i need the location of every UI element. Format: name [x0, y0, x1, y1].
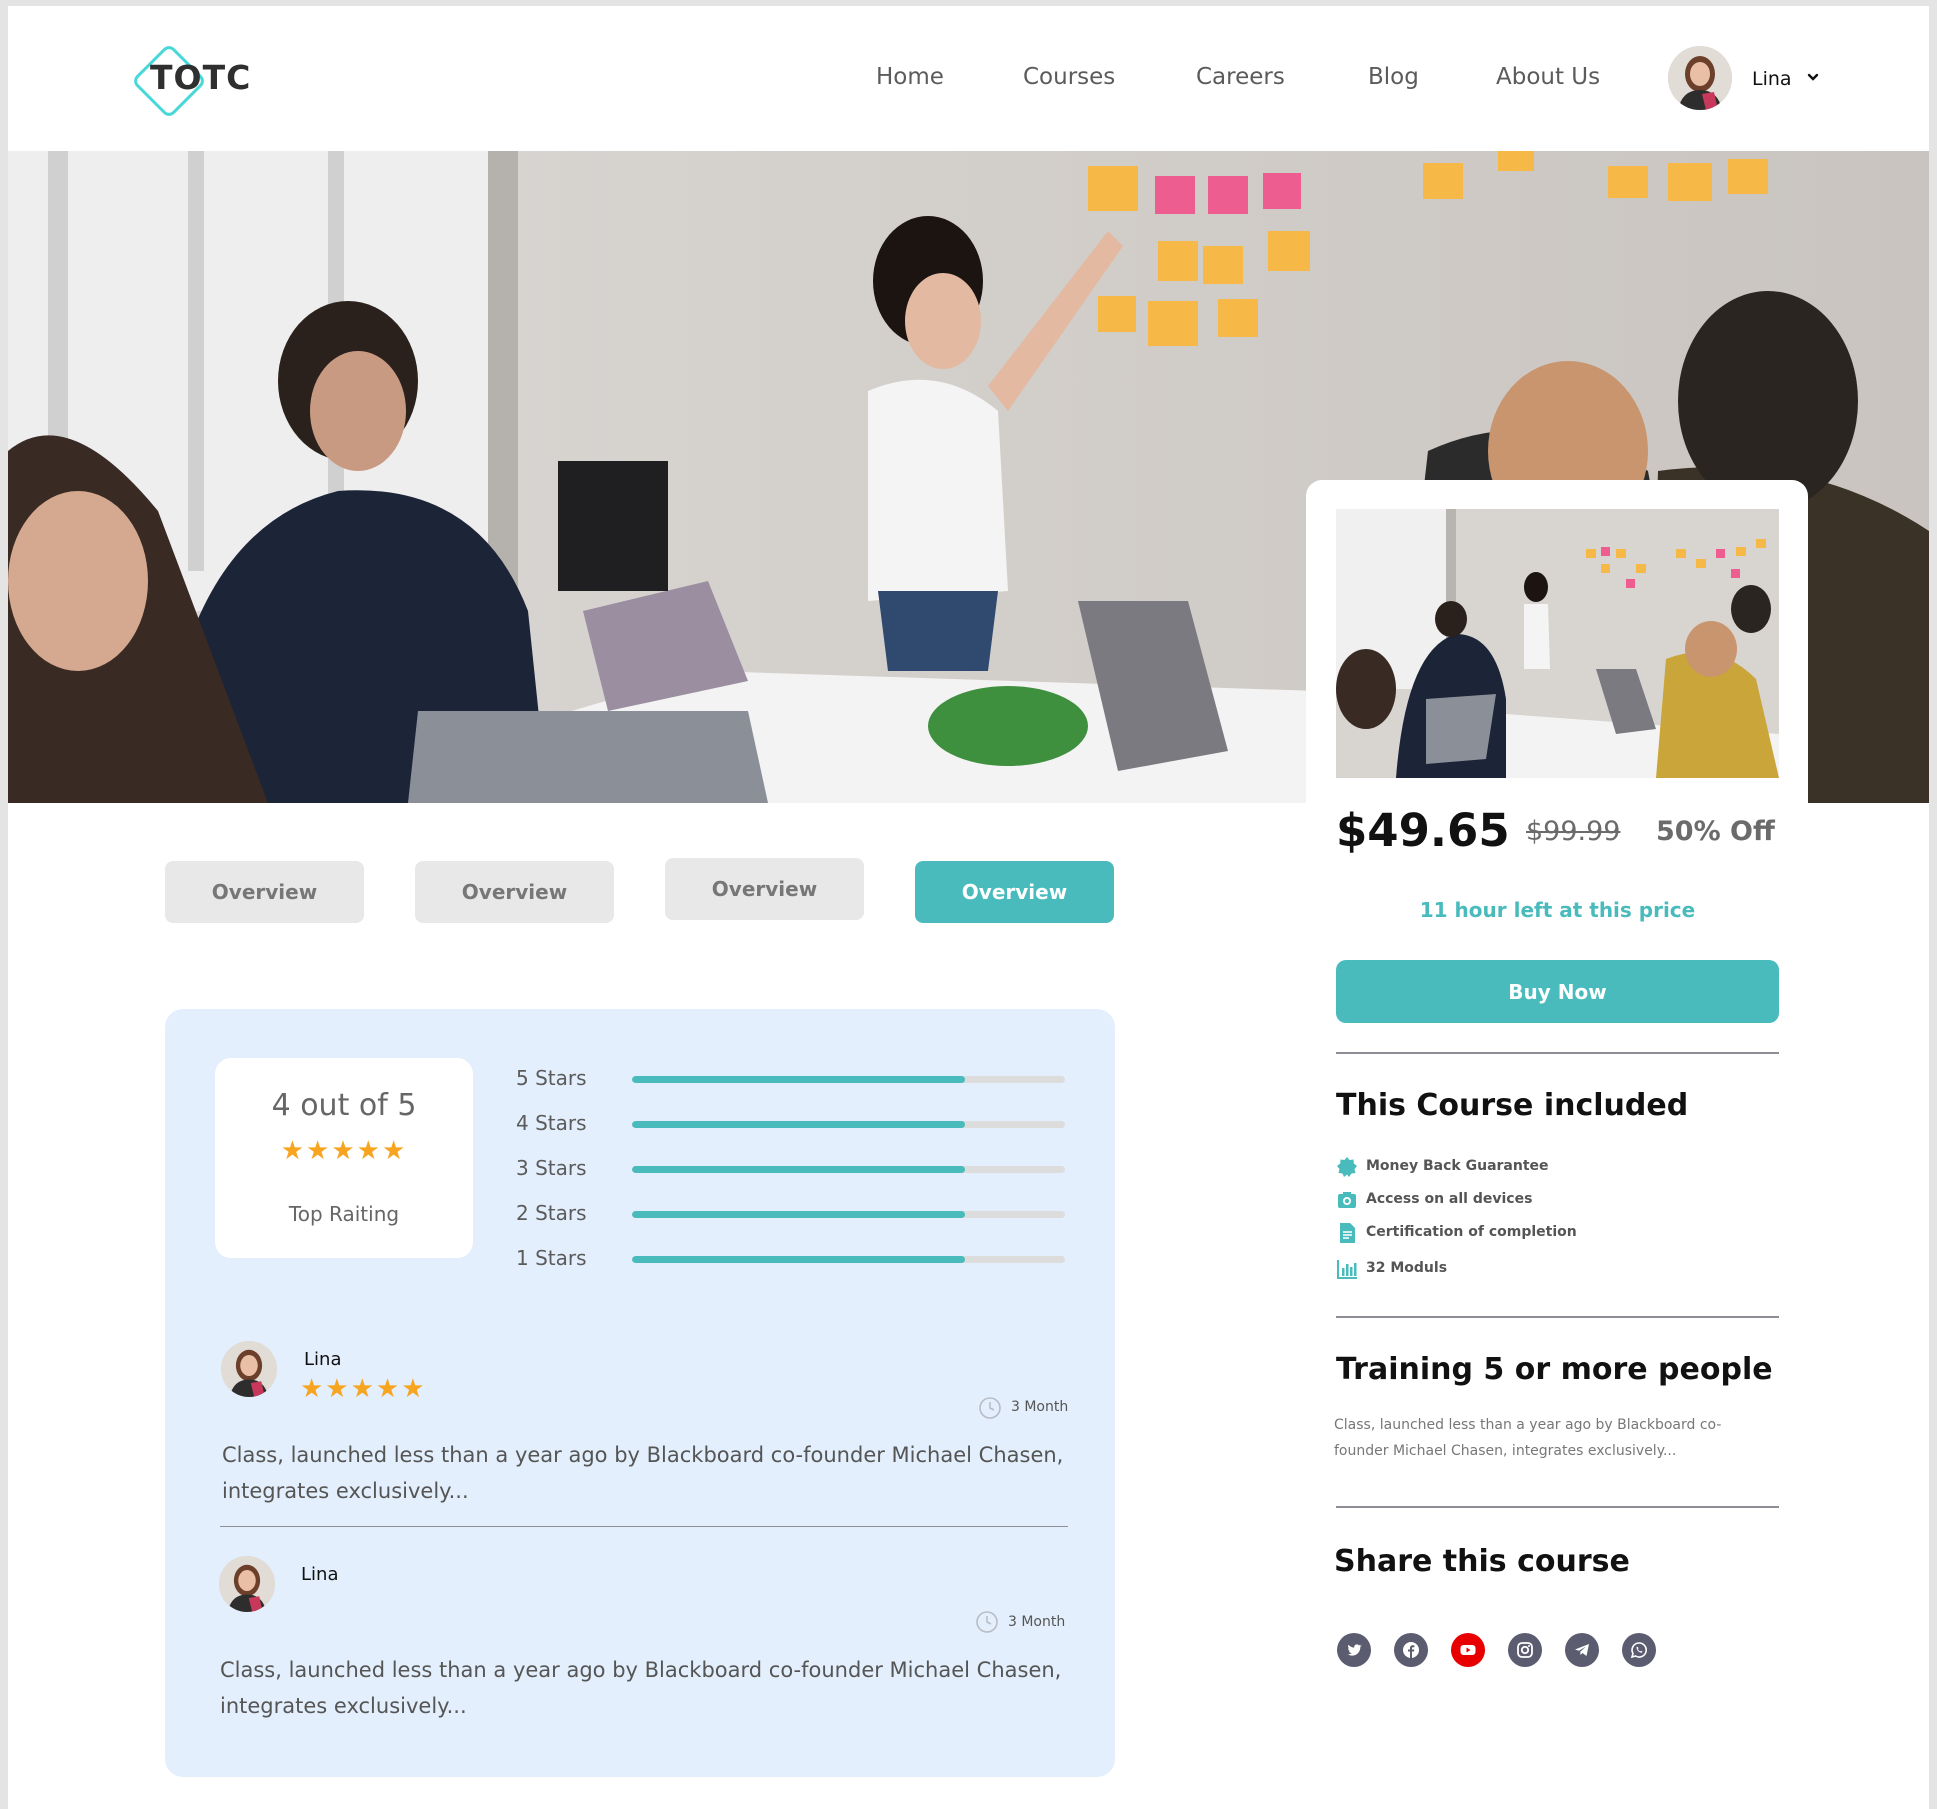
rating-score: 4 out of 5 — [271, 1088, 417, 1123]
main-nav: Home Courses Careers Blog About Us — [8, 64, 1929, 104]
user-avatar — [1668, 46, 1732, 110]
review-stars: ★★★★★ — [300, 1374, 427, 1404]
rating-bar — [632, 1076, 1065, 1083]
tab-overview-3[interactable]: Overview — [665, 858, 864, 920]
discount-label: 50% Off — [1656, 816, 1775, 847]
reviewer-name: Lina — [301, 1564, 339, 1585]
badge-icon — [1337, 1157, 1357, 1177]
old-price: $99.99 — [1526, 816, 1621, 847]
rating-label: Top Raiting — [288, 1202, 400, 1226]
review-time: 3 Month — [1011, 1399, 1069, 1415]
rating-bar — [632, 1121, 1065, 1128]
training-title: Training 5 or more people — [1336, 1352, 1773, 1387]
rating-summary: 4 out of 5 ★★★★★ Top Raiting — [215, 1058, 473, 1258]
rating-bar-fill — [632, 1121, 966, 1128]
bar-label: 5 Stars — [516, 1066, 587, 1090]
included-item-label: Certification of completion — [1366, 1224, 1577, 1240]
divider — [1336, 1052, 1779, 1054]
rating-bar-fill — [632, 1166, 966, 1173]
reviewer-avatar — [219, 1556, 275, 1612]
included-item-label: Money Back Guarantee — [1366, 1158, 1549, 1174]
buy-now-button[interactable]: Buy Now — [1336, 960, 1779, 1023]
rating-bar — [632, 1166, 1065, 1173]
review-time: 3 Month — [1008, 1614, 1066, 1630]
course-thumbnail — [1336, 509, 1779, 778]
bar-chart-icon — [1337, 1260, 1357, 1279]
rating-stars: ★★★★★ — [280, 1136, 408, 1166]
current-price: $49.65 — [1336, 804, 1510, 857]
rating-bar-fill — [632, 1211, 966, 1218]
bar-label: 3 Stars — [516, 1156, 587, 1180]
nav-about-us[interactable]: About Us — [1496, 64, 1600, 90]
bar-label: 4 Stars — [516, 1111, 587, 1135]
camera-icon — [1338, 1192, 1356, 1208]
tab-overview-2[interactable]: Overview — [415, 861, 614, 923]
clock-icon — [976, 1611, 998, 1633]
divider — [1336, 1316, 1779, 1318]
divider — [1336, 1506, 1779, 1508]
course-included-title: This Course included — [1336, 1088, 1689, 1123]
training-description: Class, launched less than a year ago by … — [1334, 1417, 1722, 1459]
tab-overview-4[interactable]: Overview — [915, 861, 1114, 923]
rating-bar-fill — [632, 1256, 966, 1263]
reviewer-avatar — [221, 1341, 277, 1397]
instagram-icon[interactable] — [1508, 1633, 1542, 1667]
rating-bar-fill — [632, 1076, 966, 1083]
review-text: Class, launched less than a year ago by … — [222, 1443, 1064, 1503]
facebook-icon[interactable] — [1394, 1633, 1428, 1667]
bar-label: 2 Stars — [516, 1201, 587, 1225]
document-icon — [1340, 1223, 1355, 1243]
rating-bar — [632, 1256, 1065, 1263]
nav-courses[interactable]: Courses — [1023, 64, 1115, 90]
clock-icon — [979, 1397, 1001, 1419]
youtube-icon[interactable] — [1451, 1633, 1485, 1667]
page: TOTC Home Courses Careers Blog About Us … — [8, 6, 1929, 1809]
nav-blog[interactable]: Blog — [1368, 64, 1419, 90]
chevron-down-icon[interactable] — [1806, 70, 1820, 84]
rating-bar — [632, 1211, 1065, 1218]
user-name: Lina — [1752, 68, 1792, 90]
time-left-notice: 11 hour left at this price — [1419, 898, 1696, 922]
bar-label: 1 Stars — [516, 1246, 587, 1270]
review-text: Class, launched less than a year ago by … — [220, 1658, 1062, 1718]
review-divider — [220, 1526, 1068, 1527]
share-title: Share this course — [1334, 1544, 1630, 1579]
nav-careers[interactable]: Careers — [1196, 64, 1285, 90]
twitter-icon[interactable] — [1337, 1633, 1371, 1667]
nav-home[interactable]: Home — [876, 64, 944, 90]
tab-overview-1[interactable]: Overview — [165, 861, 364, 923]
whatsapp-icon[interactable] — [1622, 1633, 1656, 1667]
telegram-icon[interactable] — [1565, 1633, 1599, 1667]
included-item-label: Access on all devices — [1366, 1191, 1533, 1207]
reviewer-name: Lina — [304, 1349, 342, 1370]
included-item-label: 32 Moduls — [1366, 1260, 1448, 1276]
